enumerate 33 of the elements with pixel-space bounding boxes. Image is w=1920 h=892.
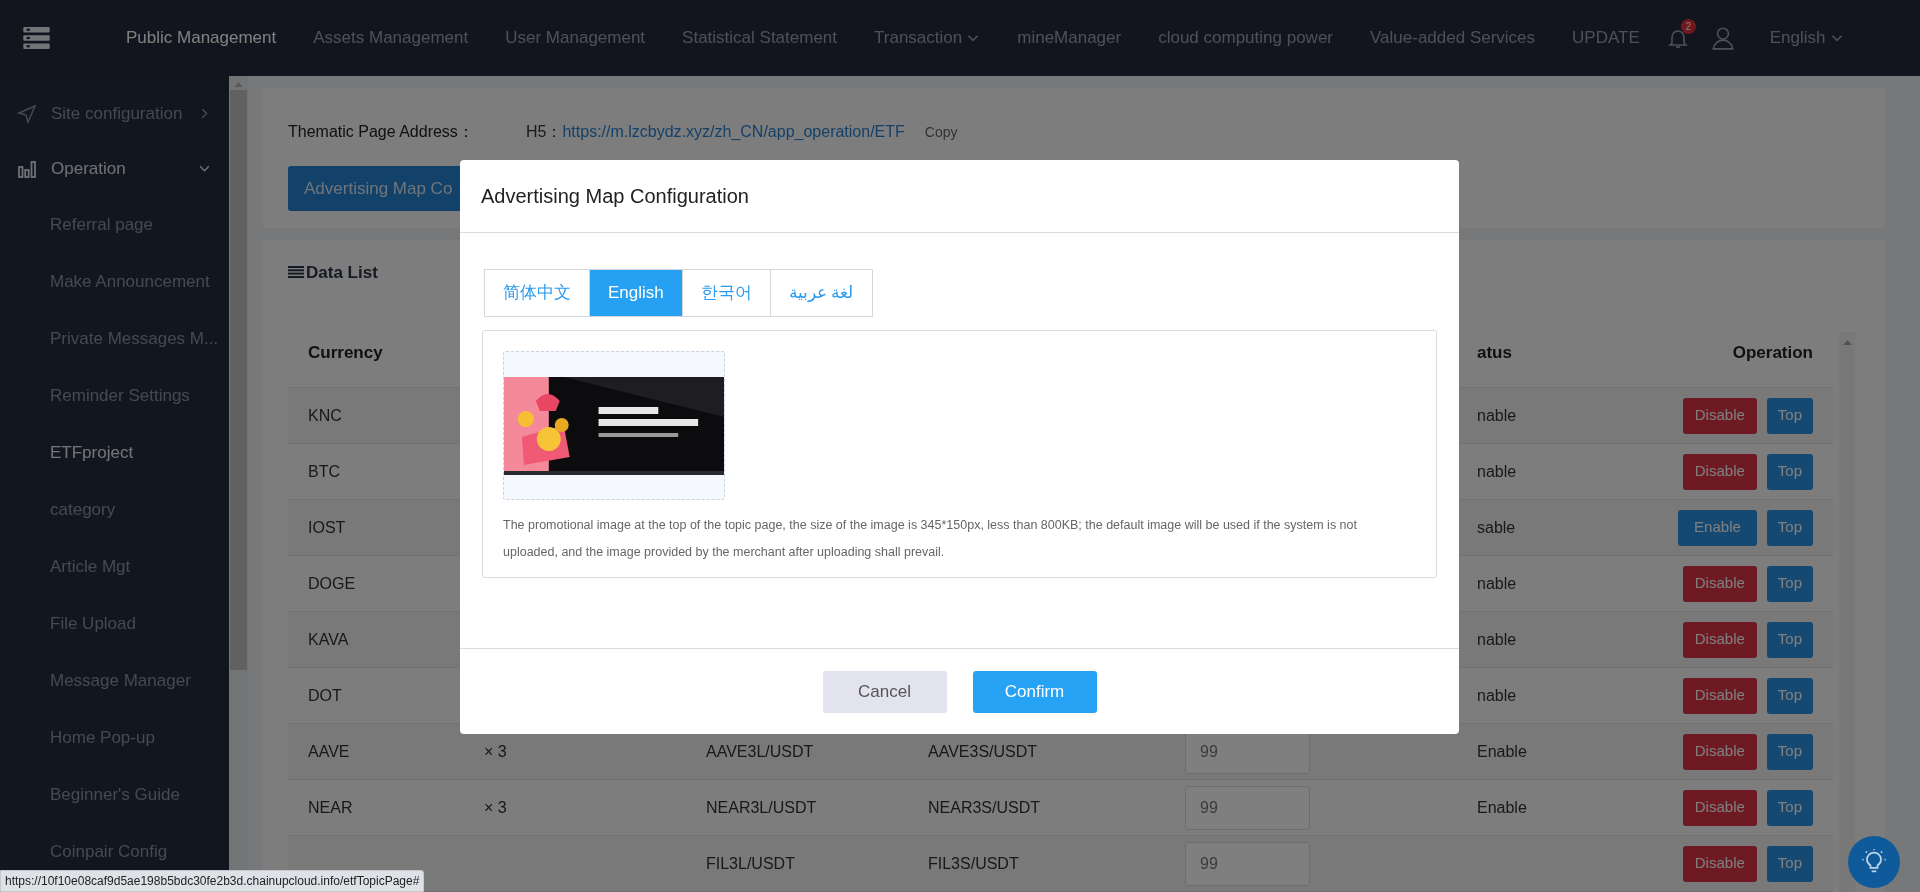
table-cell-text: nable (1476, 573, 1517, 594)
table-cell-text: BTC (307, 461, 341, 482)
table-cell-text: sable (1476, 517, 1516, 538)
upload-hint: The promotional image at the top of the topic page, the size of the image is 345*150px, less than 800KB; the default image will be used if the system is not uploaded, and the image provided by the merchant after uploading shall prevail. (503, 517, 1358, 561)
column-header: Currency (307, 341, 384, 364)
table-cell-text: nable (1476, 405, 1517, 426)
table-cell-text: DOT (307, 685, 343, 706)
table-cell-text: × 3 (484, 741, 508, 762)
table-cell-text: AAVE3S/USDT (928, 741, 1039, 762)
table-cell-text: Enable (1476, 797, 1527, 818)
address-prefix: H5： (526, 122, 563, 142)
table-cell-text: AAVE3L/USDT (706, 741, 815, 762)
table-cell-text: KAVA (307, 629, 350, 650)
table-cell-text: × 3 (484, 797, 508, 818)
table-cell-text: nable (1476, 629, 1517, 650)
column-header: Operation (1732, 341, 1813, 364)
table-cell-text: IOST (307, 517, 347, 538)
table-cell-text: FIL3L/USDT (706, 853, 796, 874)
table-cell-text: nable (1476, 685, 1517, 706)
status-url-bar: https://10f10e08caf9d5ae198b5bdc30fe2b3d.chainupcloud.info/etfTopicPage# (0, 870, 425, 892)
data-list-title: Data List (306, 261, 378, 284)
table-cell-text: AAVE (307, 741, 351, 762)
table-cell-text: KNC (307, 405, 343, 426)
table-cell-text: FIL3S/USDT (928, 853, 1020, 874)
address-label: Thematic Page Address： (288, 122, 475, 142)
table-cell-text: nable (1476, 461, 1517, 482)
table-cell-text: NEAR3L/USDT (706, 797, 818, 818)
table-cell-text: NEAR3S/USDT (928, 797, 1042, 818)
table-cell-text: Enable (1476, 741, 1527, 762)
table-cell-text: NEAR (307, 797, 354, 818)
notification-badge: 2 (1680, 19, 1696, 34)
table-cell-text: DOGE (307, 573, 357, 594)
column-header: atus (1476, 341, 1512, 364)
